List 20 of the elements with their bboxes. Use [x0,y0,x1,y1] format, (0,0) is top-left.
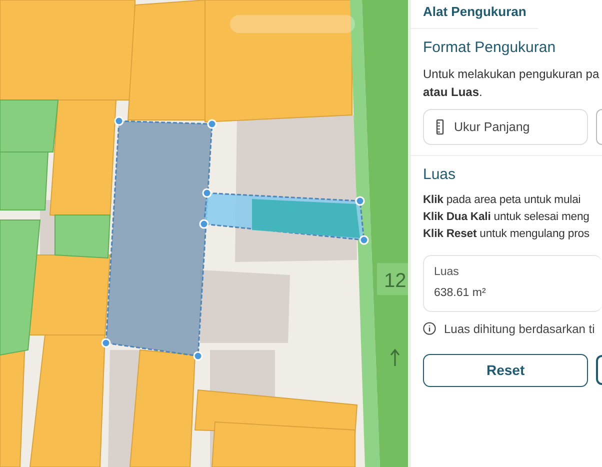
description-text: Untuk melakukan pengukuran pa atau Luas. [423,66,600,100]
measured-area[interactable] [101,116,217,361]
note-text: Luas dihitung berdasarkan ti [444,320,595,338]
area-option-button[interactable] [596,108,602,145]
info-icon [423,322,436,336]
section-heading: Format Pengukuran [423,38,557,56]
reset-button[interactable]: Reset [423,354,588,387]
measured-area[interactable] [199,188,369,245]
instruction-text: Klik pada area peta untuk mulai [423,193,582,208]
result-value: 638.61 m² [434,286,487,302]
action-button[interactable] [596,355,602,386]
result-label: Luas [434,265,460,280]
ruler-icon [436,118,444,135]
section-heading: Luas [423,166,457,184]
instruction-text: Klik Dua Kali untuk selesai meng [423,210,590,226]
instruction-text: Klik Reset untuk mengulang pros [423,227,590,242]
panel-title: Alat Pengukuran [411,0,538,28]
north-arrow-icon [390,348,400,367]
measure-option-button[interactable]: Ukur Panjang [423,108,588,146]
road-label: 12 [377,263,408,295]
